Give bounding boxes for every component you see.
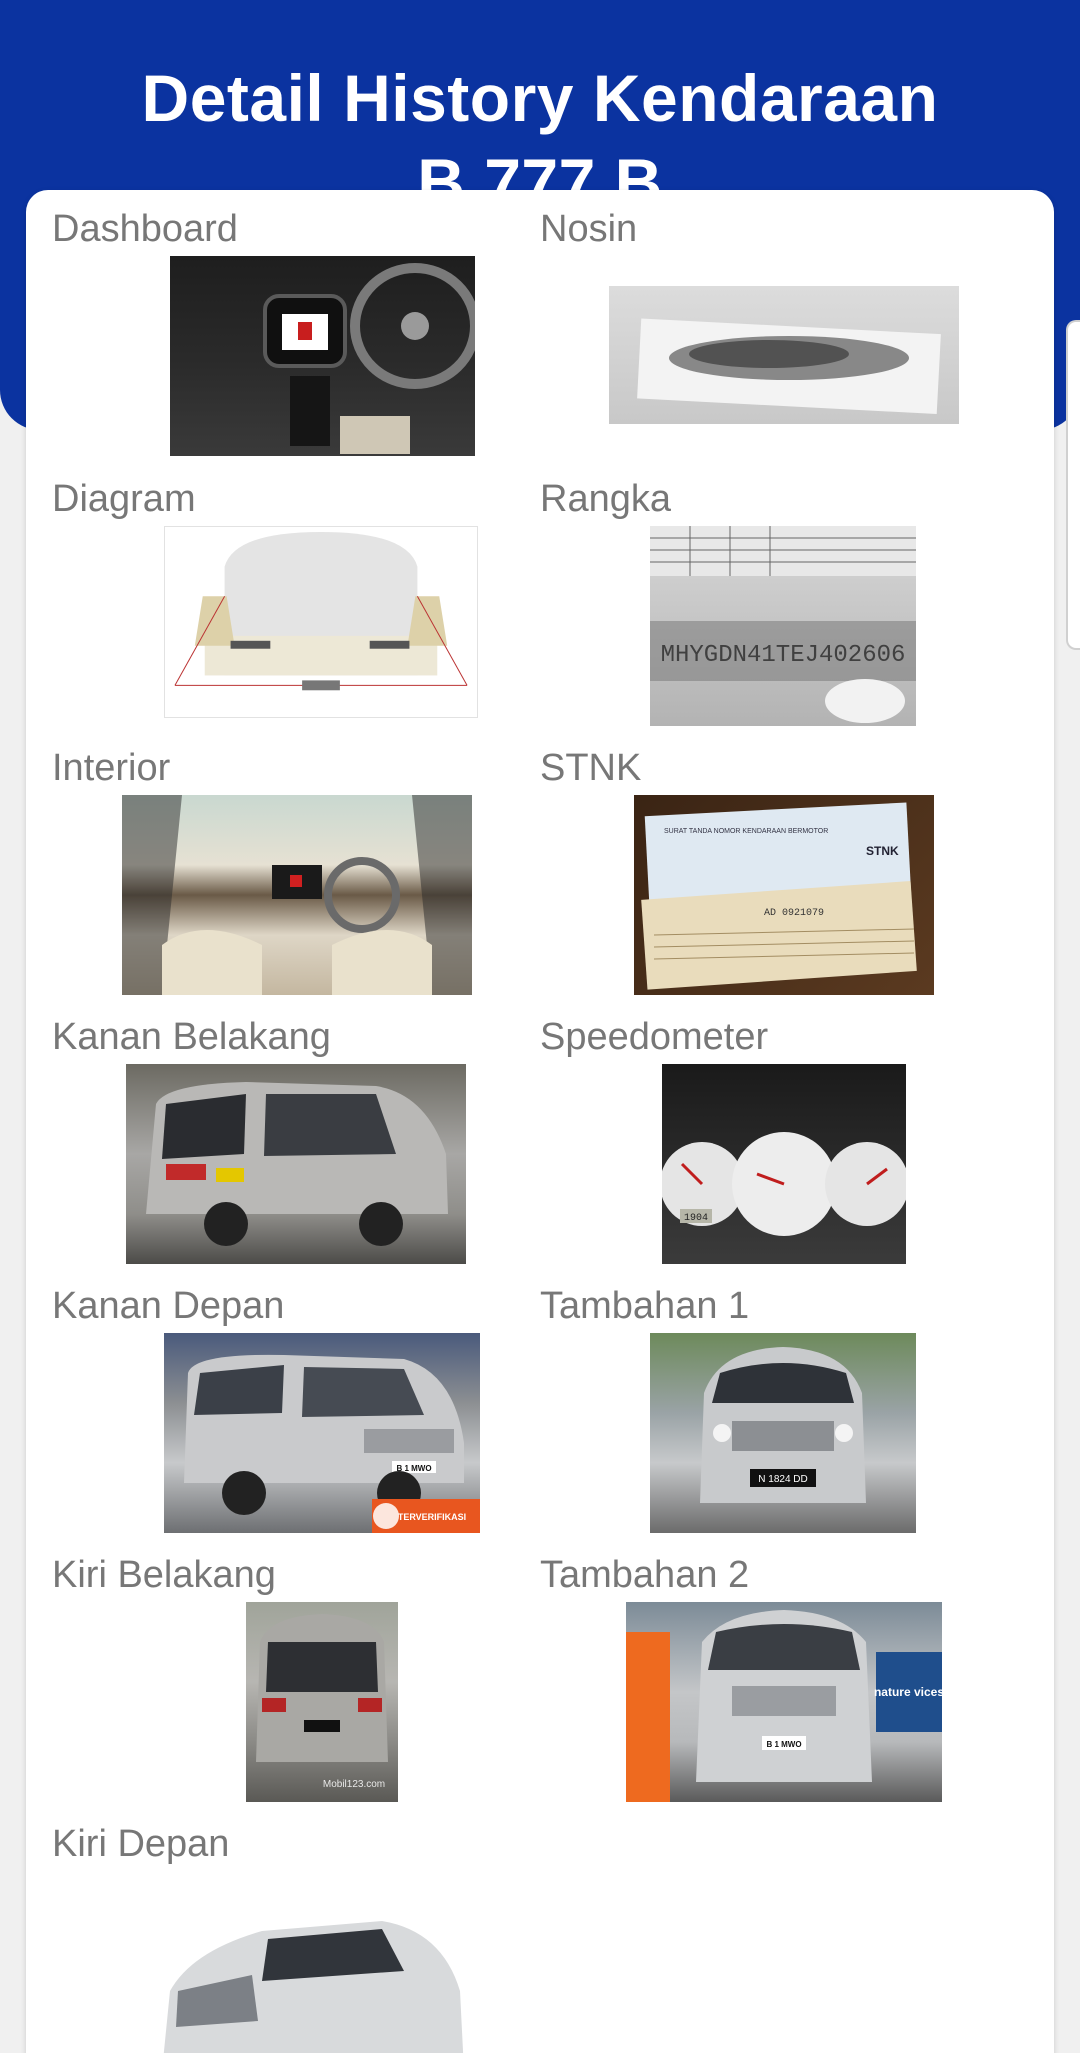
side-drawer-handle[interactable] [1066,320,1080,650]
stnk-number-text: AD 0921079 [764,908,824,919]
photo-label: Kiri Depan [52,1823,230,1865]
odometer-text: 1904 [684,1213,708,1224]
additional-photo-2-banner-text: nature vices [874,1685,942,1699]
engine-number-photo[interactable] [609,286,959,424]
photo-label: Tambahan 2 [540,1554,750,1596]
additional-photo-2[interactable]: nature vices B 1 MWO [626,1602,942,1802]
left-front-photo[interactable] [142,1871,472,2053]
speedometer-photo[interactable]: 1904 [662,1064,906,1264]
verified-badge-text: TERVERIFIKASI [398,1512,466,1522]
stnk-label-text: STNK [866,844,899,858]
photo-label: Diagram [52,478,196,520]
additional-photo-1-plate-text: N 1824 DD [758,1474,807,1485]
photo-label: Kanan Belakang [52,1016,331,1058]
chassis-number-photo[interactable]: MHYGDN41TEJ402606 [650,526,916,726]
photo-label: Interior [52,747,171,789]
additional-photo-1[interactable]: N 1824 DD [650,1333,916,1533]
left-rear-watermark-text: Mobil123.com [323,1779,385,1790]
photo-label: Rangka [540,478,671,520]
left-rear-photo[interactable]: Mobil123.com [246,1602,398,1802]
photo-label: Nosin [540,208,638,250]
photo-label: STNK [540,747,642,789]
page-title-line2: B 777 B [417,145,663,194]
page-title: Detail History Kendaraan B 777 B [0,56,1080,194]
photo-card: Dashboard Nosin Diagram Rangka MHYGDN41T… [26,190,1054,2053]
page-title-line1: Detail History Kendaraan [141,61,939,135]
interior-photo[interactable] [122,795,472,995]
photo-label: Kanan Depan [52,1285,285,1327]
dashboard-photo[interactable] [170,256,475,456]
registration-document-photo[interactable]: SURAT TANDA NOMOR KENDARAAN BERMOTOR STN… [634,795,934,995]
right-rear-photo[interactable] [126,1064,466,1264]
stnk-heading-text: SURAT TANDA NOMOR KENDARAAN BERMOTOR [664,828,828,835]
diagram-photo[interactable] [164,526,478,718]
chassis-number-text: MHYGDN41TEJ402606 [661,642,906,669]
additional-photo-2-plate-text: B 1 MWO [766,1740,801,1749]
right-front-photo[interactable]: B 1 MWO TERVERIFIKASI [164,1333,480,1533]
photo-label: Tambahan 1 [540,1285,750,1327]
photo-label: Speedometer [540,1016,769,1058]
photo-label: Kiri Belakang [52,1554,276,1596]
photo-label: Dashboard [52,208,238,250]
